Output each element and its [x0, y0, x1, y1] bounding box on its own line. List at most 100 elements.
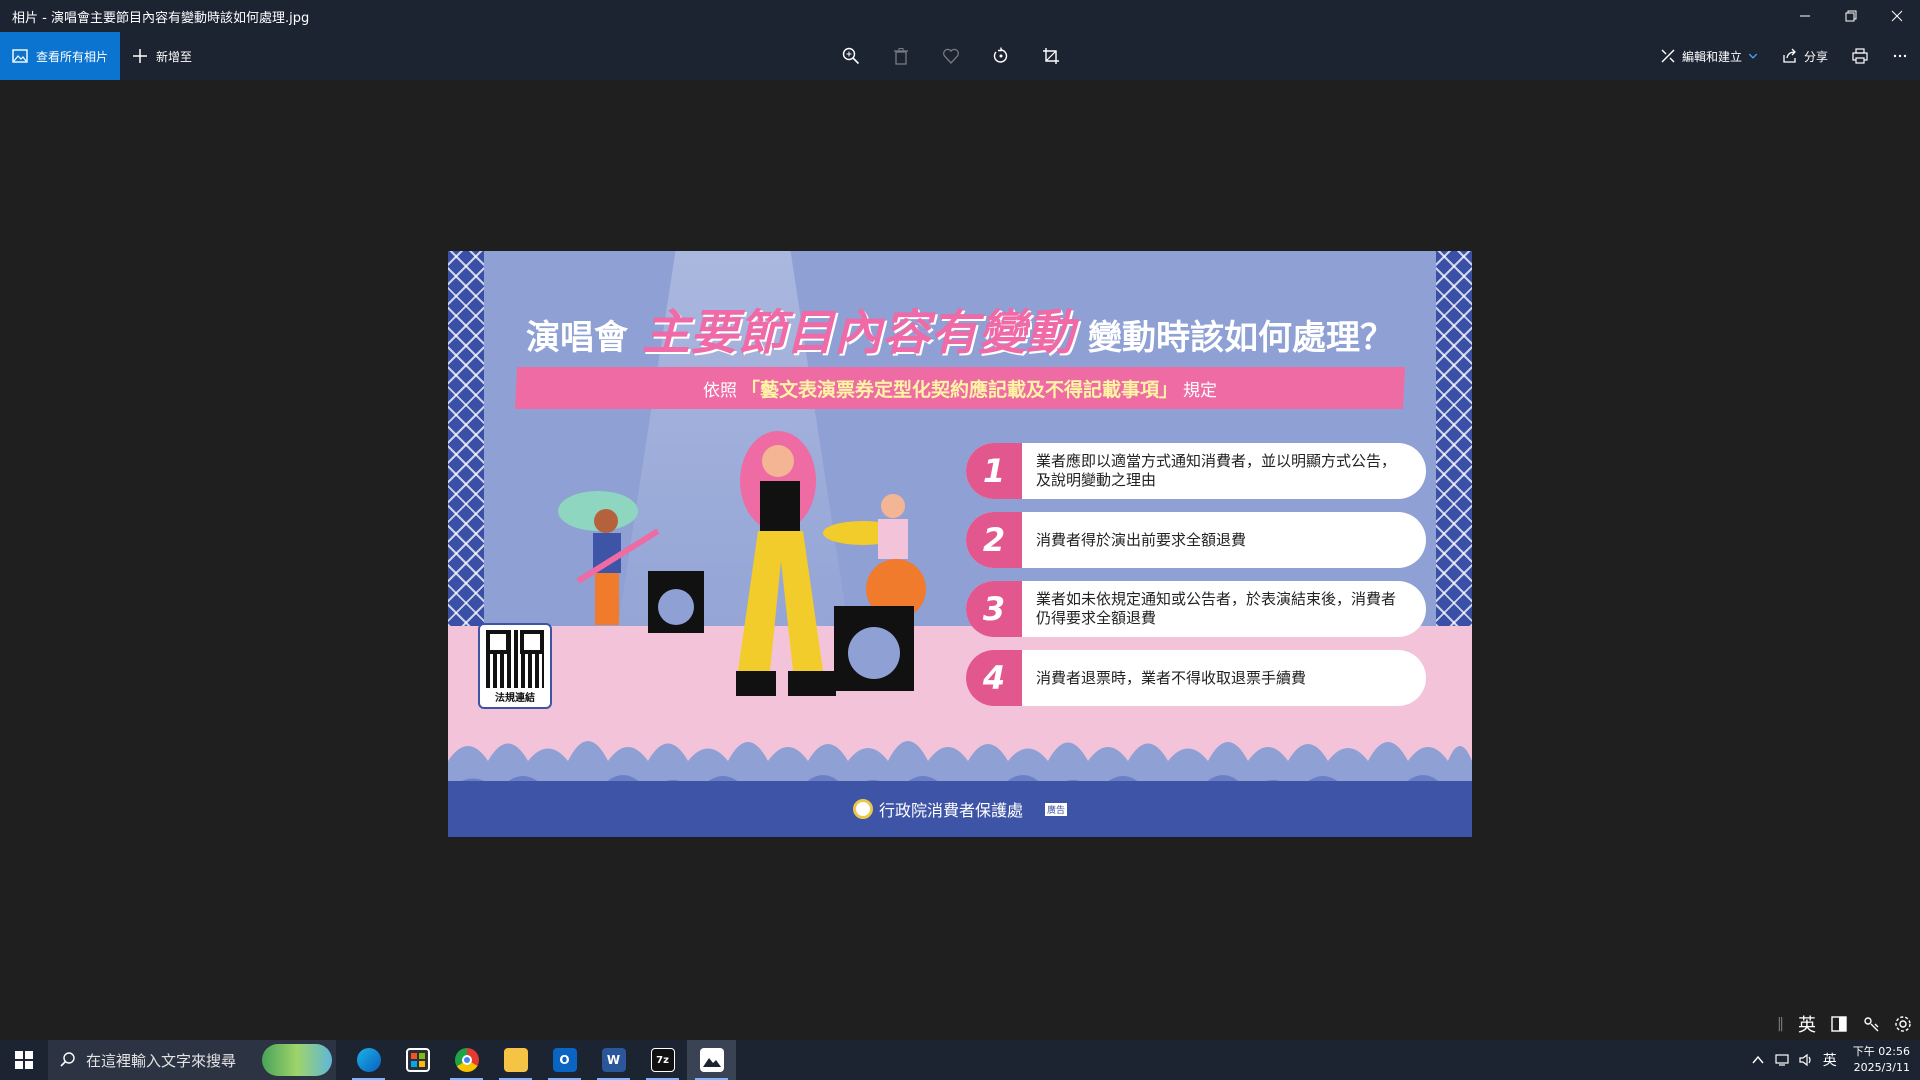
- favorite-button[interactable]: [940, 45, 962, 67]
- qr-code-label: 法規連結: [495, 693, 535, 704]
- singer-pants: [738, 531, 823, 671]
- outlook-app[interactable]: O: [540, 1040, 589, 1080]
- ime-grip-icon[interactable]: ‖: [1777, 1016, 1784, 1032]
- image-tools: [840, 32, 1062, 80]
- photo-icon: [12, 49, 28, 63]
- windows-logo-icon: [15, 1051, 33, 1069]
- ribbon-suffix: 規定: [1182, 380, 1217, 401]
- photos-icon: [699, 1048, 724, 1072]
- more-options-button[interactable]: [1892, 48, 1908, 64]
- 7zip-app[interactable]: 7z: [638, 1040, 687, 1080]
- store-app[interactable]: [393, 1040, 442, 1080]
- share-label: 分享: [1803, 49, 1828, 64]
- edge-icon: [356, 1048, 381, 1072]
- amp-right-speaker: [848, 627, 900, 679]
- crop-icon: [1043, 48, 1059, 64]
- edit-icon: [1661, 49, 1675, 63]
- zoom-in-icon: [842, 47, 860, 65]
- minimize-button[interactable]: [1782, 0, 1828, 32]
- close-button[interactable]: [1874, 0, 1920, 32]
- rule-text: 消費者退票時，業者不得收取退票手續費: [1036, 668, 1307, 687]
- network-icon[interactable]: [1775, 1053, 1789, 1067]
- rule-text: 消費者得於演出前要求全額退費: [1036, 530, 1247, 549]
- rotate-icon: [993, 47, 1008, 63]
- print-button[interactable]: [1852, 48, 1868, 64]
- printer-icon: [1852, 48, 1868, 64]
- chrome-icon: [454, 1048, 479, 1072]
- toolbar: 查看所有相片 新增至 編輯和建立 分享: [0, 32, 1920, 80]
- rule-text: 業者應即以適當方式通知消費者，並以明顯方式公告，及說明變動之理由: [1036, 452, 1397, 489]
- chrome-app[interactable]: [442, 1040, 491, 1080]
- plus-icon: [133, 49, 147, 63]
- ribbon-prefix: 依照: [703, 380, 738, 401]
- ime-width-icon[interactable]: [1830, 1015, 1848, 1033]
- trash-icon: [894, 48, 908, 65]
- heart-icon: [943, 48, 959, 64]
- ime-mode-indicator[interactable]: 英: [1798, 1011, 1816, 1037]
- folder-icon: [503, 1048, 528, 1072]
- rule-number: 2: [966, 512, 1022, 568]
- more-icon: [1893, 54, 1907, 58]
- gear-icon[interactable]: [1894, 1015, 1912, 1033]
- amp-left-speaker: [658, 589, 694, 625]
- ribbon-law-name: 「藝文表演票券定型化契約應記載及不得記載事項」: [741, 378, 1179, 401]
- 7zip-icon: 7z: [650, 1048, 675, 1072]
- chevron-up-icon[interactable]: [1751, 1053, 1765, 1067]
- taskbar-search-box[interactable]: 在這裡輸入文字來搜尋: [48, 1040, 336, 1080]
- taskbar: 在這裡輸入文字來搜尋 O W 7z 英 下午 02:56 2025/3/11: [0, 1040, 1920, 1080]
- qr-code-pattern: [486, 630, 544, 688]
- share-button[interactable]: 分享: [1782, 48, 1828, 65]
- agency-logo-icon: [852, 799, 873, 819]
- rule-number: 4: [966, 650, 1022, 706]
- ime-toolbar: ‖ 英: [1777, 1010, 1912, 1038]
- view-all-photos-button[interactable]: 查看所有相片: [0, 32, 120, 80]
- drummer-body: [878, 519, 908, 559]
- edit-create-label: 編輯和建立: [1681, 49, 1742, 64]
- word-app[interactable]: W: [589, 1040, 638, 1080]
- store-icon: [405, 1048, 430, 1072]
- poster-title: 演唱會 主要節目內容有變動 變動時該如何處理？: [448, 293, 1472, 363]
- search-icon: [60, 1052, 75, 1067]
- photos-app[interactable]: [687, 1040, 736, 1080]
- rule-item-4: 4 消費者退票時，業者不得收取退票手續費: [966, 650, 1426, 706]
- poster-title-prefix: 演唱會: [525, 318, 628, 358]
- photo-viewer[interactable]: 演唱會 主要節目內容有變動 變動時該如何處理？ 依照 「藝文表演票券定型化契約應…: [0, 80, 1920, 1040]
- crop-button[interactable]: [1040, 45, 1062, 67]
- volume-icon[interactable]: [1799, 1053, 1813, 1067]
- rule-text: 業者如未依規定通知或公告者，於表演結束後，消費者仍得要求全額退費: [1036, 590, 1397, 627]
- band-illustration: [558, 431, 926, 696]
- singer-boot-right: [788, 671, 836, 696]
- rotate-button[interactable]: [990, 45, 1012, 67]
- ime-tool-icon[interactable]: [1862, 1015, 1880, 1033]
- guitarist-head: [594, 509, 618, 533]
- restore-icon: [1845, 10, 1857, 22]
- edit-create-button[interactable]: 編輯和建立: [1660, 48, 1758, 65]
- ad-tag: 廣告: [1045, 802, 1068, 816]
- clock-date: 2025/3/11: [1853, 1061, 1910, 1074]
- singer-head: [762, 445, 794, 477]
- delete-button[interactable]: [890, 45, 912, 67]
- add-to-button[interactable]: 新增至: [120, 32, 204, 80]
- word-icon: W: [601, 1048, 626, 1072]
- clock[interactable]: 下午 02:56 2025/3/11: [1847, 1044, 1910, 1076]
- drummer-head: [881, 494, 905, 518]
- start-button[interactable]: [0, 1040, 48, 1080]
- poster-ribbon: 依照 「藝文表演票券定型化契約應記載及不得記載事項」 規定: [514, 367, 1406, 409]
- poster-image: 演唱會 主要節目內容有變動 變動時該如何處理？ 依照 「藝文表演票券定型化契約應…: [448, 251, 1472, 837]
- file-explorer-app[interactable]: [491, 1040, 540, 1080]
- search-highlight-image: [262, 1044, 332, 1076]
- restore-button[interactable]: [1828, 0, 1874, 32]
- close-icon: [1891, 10, 1903, 22]
- singer-top: [760, 481, 800, 531]
- system-tray: 英 下午 02:56 2025/3/11: [1751, 1040, 1920, 1080]
- rule-item-1: 1 業者應即以適當方式通知消費者，並以明顯方式公告，及說明變動之理由: [966, 443, 1426, 499]
- add-to-label: 新增至: [156, 49, 193, 64]
- zoom-button[interactable]: [840, 45, 862, 67]
- qr-code: 法規連結: [478, 623, 552, 709]
- guitarist-pants: [595, 573, 619, 625]
- view-all-photos-label: 查看所有相片: [36, 49, 109, 64]
- input-language-indicator[interactable]: 英: [1823, 1050, 1837, 1070]
- singer-boot-left: [736, 671, 776, 696]
- minimize-icon: [1800, 15, 1810, 17]
- edge-app[interactable]: [344, 1040, 393, 1080]
